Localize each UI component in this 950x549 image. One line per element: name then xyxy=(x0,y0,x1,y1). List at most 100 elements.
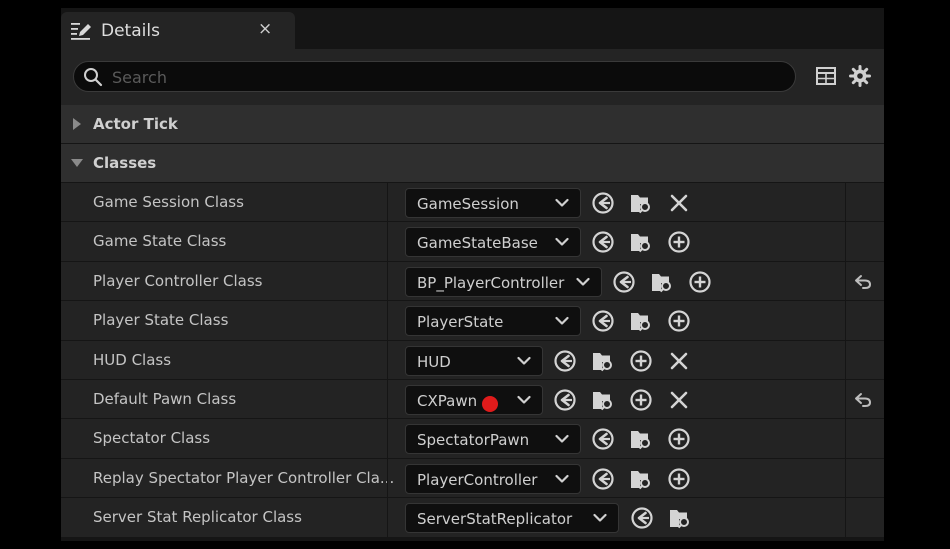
column-divider xyxy=(387,222,388,261)
expand-arrow-right-icon xyxy=(73,118,81,130)
details-panel: Details × Search Actor Tick Classes Game… xyxy=(61,8,884,541)
tab-bar: Details × xyxy=(61,8,884,49)
property-row: Player State Class PlayerState xyxy=(61,301,884,341)
column-divider xyxy=(845,458,846,498)
class-picker-value: SpectatorPawn xyxy=(417,431,530,450)
class-picker-value: BP_PlayerController xyxy=(417,273,565,292)
class-picker-value: PlayerController xyxy=(417,470,538,489)
section-label: Classes xyxy=(93,154,157,172)
property-label: Player State Class xyxy=(93,311,229,330)
create-new-icon[interactable] xyxy=(667,427,691,451)
property-row: Spectator Class SpectatorPawn xyxy=(61,419,884,459)
create-new-icon[interactable] xyxy=(688,270,712,294)
chevron-down-icon xyxy=(593,514,607,522)
use-selected-icon[interactable] xyxy=(553,388,577,412)
class-picker-combo[interactable]: ServerStatReplicator xyxy=(405,503,619,534)
search-input[interactable] xyxy=(112,65,772,89)
chevron-down-icon xyxy=(555,198,569,207)
class-picker-combo[interactable]: PlayerController xyxy=(405,463,581,494)
column-divider xyxy=(387,498,388,537)
browse-asset-icon[interactable] xyxy=(668,506,692,530)
clear-icon[interactable] xyxy=(667,349,691,373)
browse-asset-icon[interactable] xyxy=(629,230,653,254)
close-icon[interactable]: × xyxy=(258,19,272,39)
property-label: HUD Class xyxy=(93,350,172,369)
class-picker-combo[interactable]: GameSession xyxy=(405,188,581,218)
section-label: Actor Tick xyxy=(93,115,178,133)
clear-icon[interactable] xyxy=(667,388,691,412)
property-label: Player Controller Class xyxy=(93,271,263,290)
chevron-down-icon xyxy=(555,474,569,483)
column-divider xyxy=(387,261,388,301)
modified-dot-icon xyxy=(482,395,498,412)
details-toolbar xyxy=(61,49,884,105)
class-picker-combo[interactable]: GameStateBase xyxy=(405,227,581,258)
search-icon xyxy=(84,68,103,87)
create-new-icon[interactable] xyxy=(629,388,653,412)
section-classes[interactable]: Classes xyxy=(61,144,884,182)
property-row: Game Session Class GameSession xyxy=(61,183,884,223)
class-picker-combo[interactable]: SpectatorPawn xyxy=(405,424,581,455)
details-pencil-icon xyxy=(71,23,91,40)
clear-icon[interactable] xyxy=(667,191,691,215)
use-selected-icon[interactable] xyxy=(591,191,615,215)
browse-asset-icon[interactable] xyxy=(629,467,653,491)
use-selected-icon[interactable] xyxy=(553,349,577,373)
property-label: Replay Spectator Player Controller Cla..… xyxy=(93,468,395,487)
class-picker-combo[interactable]: HUD xyxy=(405,345,543,376)
column-divider xyxy=(845,340,846,379)
column-divider xyxy=(387,301,388,340)
details-tab[interactable]: Details × xyxy=(61,12,295,49)
property-row: Server Stat Replicator Class ServerStatRe… xyxy=(61,498,884,538)
expand-arrow-down-icon xyxy=(71,159,83,167)
class-picker-value: GameStateBase xyxy=(417,234,538,253)
chevron-down-icon xyxy=(576,277,590,286)
reset-to-default-icon[interactable] xyxy=(853,390,873,410)
chevron-down-icon xyxy=(555,317,569,325)
use-selected-icon[interactable] xyxy=(591,467,615,491)
create-new-icon[interactable] xyxy=(667,230,691,254)
browse-asset-icon[interactable] xyxy=(629,427,653,451)
table-view-icon[interactable] xyxy=(814,64,838,88)
use-selected-icon[interactable] xyxy=(591,309,615,333)
chevron-down-icon xyxy=(555,435,569,443)
column-divider xyxy=(387,419,388,458)
browse-asset-icon[interactable] xyxy=(629,191,653,215)
search-box[interactable] xyxy=(73,61,796,92)
chevron-down-icon xyxy=(517,356,531,365)
class-picker-value: GameSession xyxy=(417,195,519,213)
create-new-icon[interactable] xyxy=(629,349,653,373)
property-label: Server Stat Replicator Class xyxy=(93,508,302,527)
column-divider xyxy=(845,498,846,537)
browse-asset-icon[interactable] xyxy=(629,309,653,333)
class-picker-combo[interactable]: BP_PlayerController xyxy=(405,266,602,297)
use-selected-icon[interactable] xyxy=(591,427,615,451)
section-actor-tick[interactable]: Actor Tick xyxy=(61,105,884,143)
class-picker-combo[interactable]: CXPawn xyxy=(405,384,543,415)
create-new-icon[interactable] xyxy=(667,467,691,491)
use-selected-icon[interactable] xyxy=(612,270,636,294)
property-row: Replay Spectator Player Controller Cla..… xyxy=(61,458,884,499)
reset-to-default-icon[interactable] xyxy=(853,272,873,292)
column-divider xyxy=(845,379,846,419)
property-label: Game Session Class xyxy=(93,193,244,211)
property-row: Player Controller Class BP_PlayerControll… xyxy=(61,261,884,302)
class-picker-value: HUD xyxy=(417,352,451,371)
column-divider xyxy=(845,261,846,301)
browse-asset-icon[interactable] xyxy=(591,349,615,373)
property-label: Default Pawn Class xyxy=(93,389,237,408)
use-selected-icon[interactable] xyxy=(630,506,654,530)
class-picker-combo[interactable]: PlayerState xyxy=(405,306,581,337)
browse-asset-icon[interactable] xyxy=(650,270,674,294)
class-picker-value: PlayerState xyxy=(417,313,504,332)
create-new-icon[interactable] xyxy=(667,309,691,333)
settings-gear-icon[interactable] xyxy=(848,64,872,88)
property-row: Default Pawn Class CXPawn xyxy=(61,379,884,420)
browse-asset-icon[interactable] xyxy=(591,388,615,412)
property-row: Game State Class GameStateBase xyxy=(61,222,884,262)
column-divider xyxy=(845,301,846,340)
property-label: Game State Class xyxy=(93,232,227,251)
column-divider xyxy=(387,379,388,419)
use-selected-icon[interactable] xyxy=(591,230,615,254)
column-divider xyxy=(845,222,846,261)
